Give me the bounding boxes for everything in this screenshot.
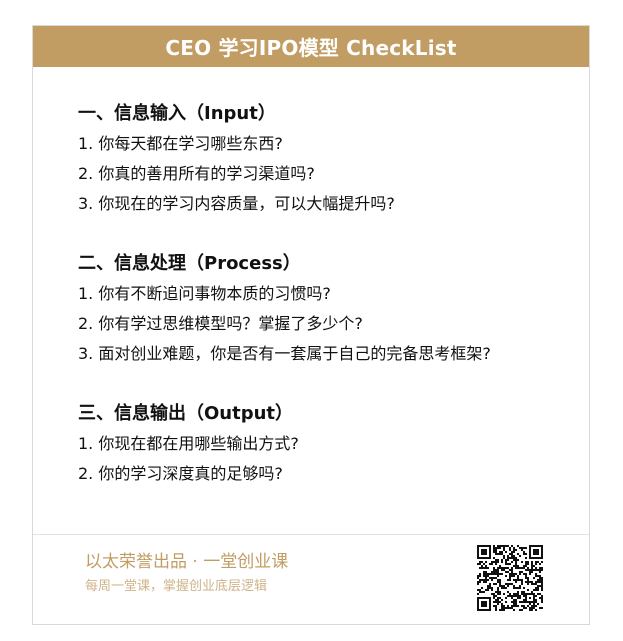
section-output: 三、信息输出（Output） 1. 你现在都在用哪些输出方式? 2. 你的学习深… (78, 399, 589, 489)
list-item: 2. 你的学习深度真的足够吗? (78, 464, 283, 483)
section-process: 二、信息处理（Process） 1. 你有不断追问事物本质的习惯吗? 2. 你有… (78, 249, 589, 369)
section-title: 二、信息处理（Process） (78, 253, 301, 274)
brand-text: 以太荣誉出品 · 一堂创业课 (85, 552, 289, 572)
section-input: 一、信息输入（Input） 1. 你每天都在学习哪些东西? 2. 你真的善用所有… (78, 99, 589, 219)
section-title: 三、信息输出（Output） (78, 403, 294, 424)
slogan-text: 每周一堂课，掌握创业底层逻辑 (85, 579, 268, 594)
section-title: 一、信息输入（Input） (78, 103, 276, 124)
list-item: 2. 你真的善用所有的学习渠道吗? (78, 164, 315, 183)
list-item: 1. 你每天都在学习哪些东西? (78, 134, 283, 153)
checklist-content: 一、信息输入（Input） 1. 你每天都在学习哪些东西? 2. 你真的善用所有… (33, 67, 589, 534)
list-item: 3. 面对创业难题，你是否有一套属于自己的完备思考框架? (78, 344, 491, 363)
list-item: 3. 你现在的学习内容质量，可以大幅提升吗? (78, 194, 395, 213)
list-item: 1. 你现在都在用哪些输出方式? (78, 434, 299, 453)
qr-code-icon[interactable] (477, 545, 543, 611)
card-footer: 以太荣誉出品 · 一堂创业课 每周一堂课，掌握创业底层逻辑 (33, 534, 589, 625)
page-title: CEO 学习IPO模型 CheckList (165, 36, 457, 60)
checklist-card: CEO 学习IPO模型 CheckList 一、信息输入（Input） 1. 你… (32, 25, 590, 625)
card-header: CEO 学习IPO模型 CheckList (33, 26, 589, 67)
list-item: 2. 你有学过思维模型吗？掌握了多少个? (78, 314, 363, 333)
list-item: 1. 你有不断追问事物本质的习惯吗? (78, 284, 331, 303)
